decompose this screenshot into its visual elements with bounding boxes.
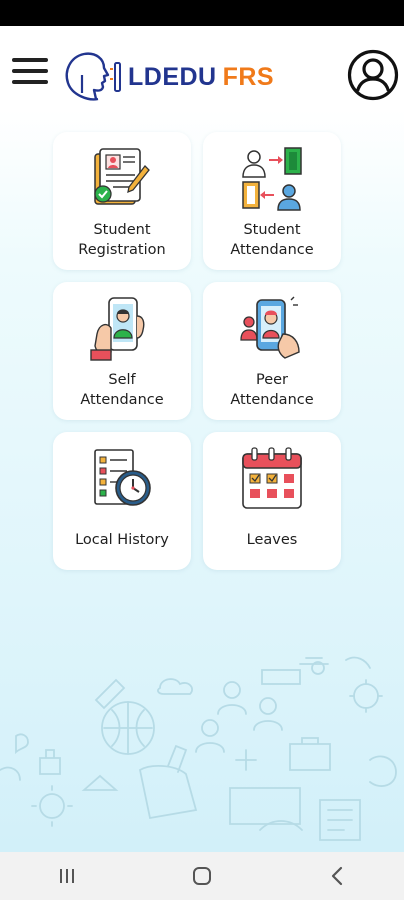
tile-peer-attendance[interactable]: Peer Attendance — [203, 282, 341, 420]
profile-avatar-icon[interactable] — [347, 49, 399, 101]
calendar-leaves-icon — [242, 447, 302, 509]
tile-label: Student Registration — [78, 222, 166, 258]
registration-document-icon — [94, 148, 150, 205]
tile-local-history[interactable]: Local History — [53, 432, 191, 570]
tile-label: Student Attendance — [230, 222, 314, 258]
back-icon[interactable] — [317, 856, 357, 896]
tile-label: Leaves — [246, 532, 298, 548]
feature-grid: Student Registration Student Attendance — [53, 132, 343, 572]
tile-self-attendance[interactable]: Self Attendance — [53, 282, 191, 420]
tile-student-registration[interactable]: Student Registration — [53, 132, 191, 270]
education-doodle-background — [0, 656, 397, 841]
app-logo: LDEDU FRS — [58, 48, 274, 106]
status-bar — [0, 0, 404, 26]
system-nav-bar — [0, 852, 404, 900]
peer-attendance-phone-icon — [240, 296, 300, 359]
hamburger-menu-icon[interactable] — [10, 56, 50, 86]
app-header: LDEDU FRS — [0, 26, 404, 126]
local-history-clock-icon — [94, 449, 151, 506]
tile-label: Peer Attendance — [230, 372, 314, 408]
self-attendance-phone-icon — [90, 297, 145, 361]
tile-label: Local History — [75, 532, 169, 548]
logo-text-secondary: FRS — [222, 62, 275, 91]
tile-student-attendance[interactable]: Student Attendance — [203, 132, 341, 270]
home-icon[interactable] — [182, 856, 222, 896]
tile-label: Self Attendance — [80, 372, 164, 408]
recents-icon[interactable] — [47, 856, 87, 896]
student-attendance-icon — [242, 147, 302, 211]
app-screen: LDEDU FRS Student Registration Student A… — [0, 0, 404, 900]
face-scan-logo-icon — [65, 52, 121, 101]
logo-text-primary: LDEDU — [128, 62, 217, 91]
tile-leaves[interactable]: Leaves — [203, 432, 341, 570]
